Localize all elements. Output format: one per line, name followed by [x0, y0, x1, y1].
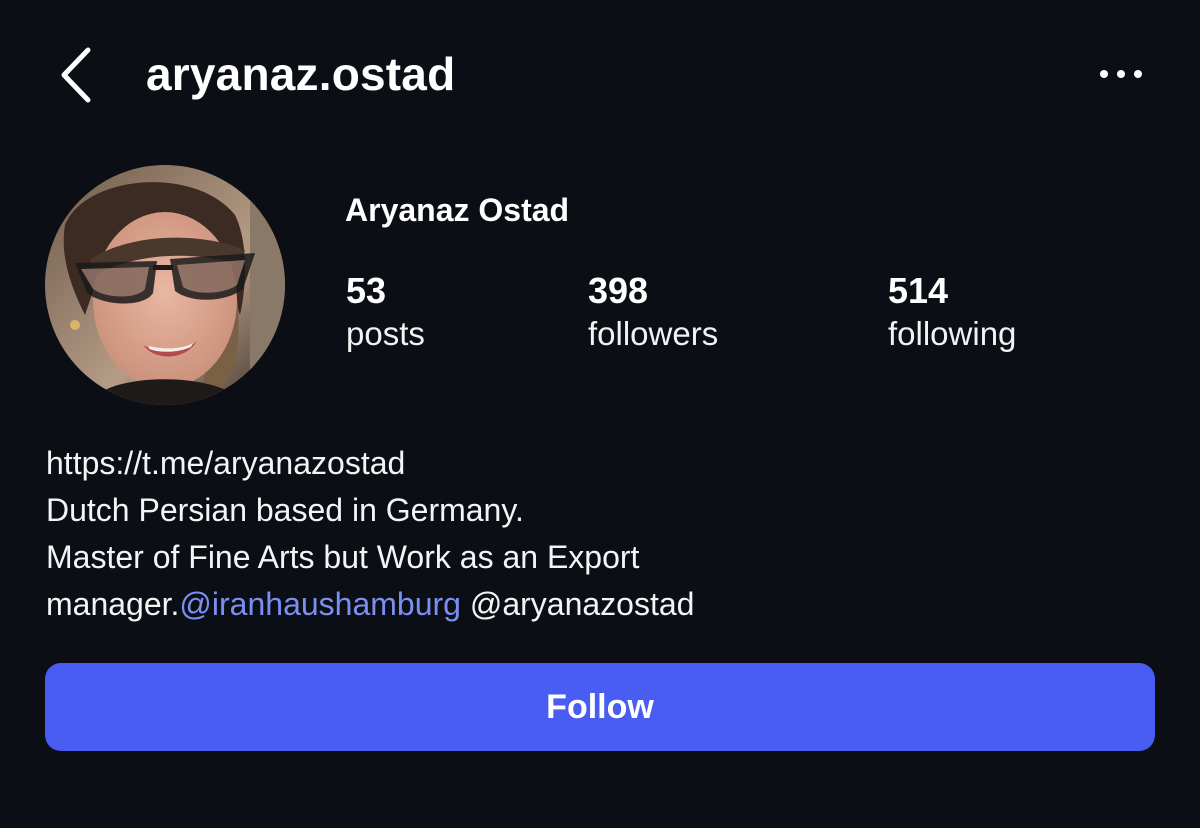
- bio-line-3-prefix: manager.: [46, 586, 180, 622]
- follow-button[interactable]: Follow: [45, 663, 1155, 751]
- bio-line-2: Master of Fine Arts but Work as an Expor…: [46, 539, 640, 575]
- chevron-left-icon: [61, 47, 91, 103]
- stat-followers[interactable]: 398 followers: [588, 268, 718, 354]
- profile-header: aryanaz.ostad: [0, 0, 1200, 150]
- avatar[interactable]: [45, 165, 285, 405]
- more-options-button[interactable]: [1092, 56, 1156, 92]
- profile-bio: https://t.me/aryanazostad Dutch Persian …: [46, 440, 1156, 628]
- stat-posts[interactable]: 53 posts: [346, 268, 425, 354]
- back-button[interactable]: [50, 40, 110, 110]
- posts-count: 53: [346, 270, 387, 311]
- profile-display-name: Aryanaz Ostad: [345, 192, 570, 228]
- following-count: 514: [888, 270, 949, 311]
- followers-count: 398: [588, 270, 649, 311]
- mention-aryanazostad[interactable]: @aryanazostad: [470, 586, 695, 622]
- bio-line-3: manager.@iranhaushamburg @aryanazostad: [46, 581, 1156, 628]
- profile-username: aryanaz.ostad: [146, 48, 456, 100]
- bio-line-1: Dutch Persian based in Germany.: [46, 492, 524, 528]
- bio-link[interactable]: https://t.me/aryanazostad: [46, 440, 1156, 487]
- following-label: following: [888, 315, 1017, 352]
- mention-iranhaushamburg[interactable]: @iranhaushamburg: [179, 586, 461, 622]
- posts-label: posts: [346, 315, 425, 352]
- followers-label: followers: [588, 315, 719, 352]
- stat-following[interactable]: 514 following: [888, 268, 1016, 354]
- more-horizontal-icon: [1100, 70, 1142, 78]
